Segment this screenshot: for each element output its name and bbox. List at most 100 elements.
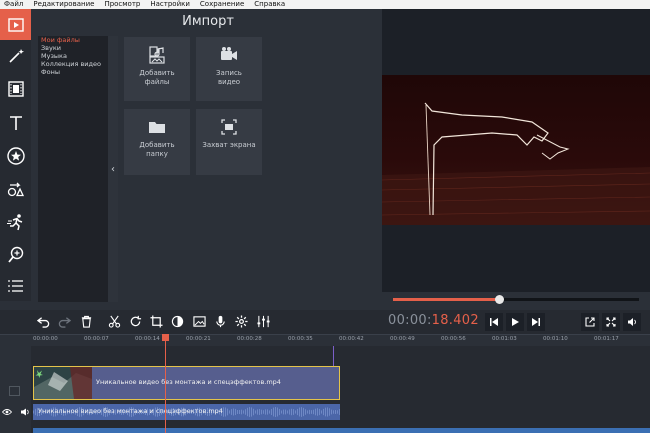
color-adjust-button[interactable] — [169, 313, 186, 330]
timeline-tick-label: 00:01:17 — [594, 336, 619, 342]
eye-icon — [1, 409, 13, 415]
stickers-button[interactable] — [0, 140, 31, 171]
next-frame-button[interactable] — [527, 313, 545, 331]
rotate-icon — [130, 315, 142, 327]
collapse-panel-button[interactable]: ‹ — [108, 36, 118, 302]
cut-button[interactable] — [106, 313, 123, 330]
volume-button[interactable] — [623, 313, 641, 331]
play-button[interactable] — [506, 313, 524, 331]
image-button[interactable] — [191, 313, 208, 330]
seek-bar-fill — [393, 298, 499, 301]
trash-icon — [81, 315, 92, 328]
redo-button[interactable] — [56, 313, 73, 330]
video-frame — [382, 75, 650, 225]
transitions-button[interactable] — [0, 173, 31, 204]
skip-forward-icon — [532, 318, 540, 326]
video-editor-window: Файл Редактирование Просмотр Настройки С… — [0, 0, 650, 433]
track-mute-button[interactable] — [20, 401, 30, 420]
delete-button[interactable] — [78, 313, 95, 330]
film-filters-icon — [7, 80, 24, 97]
project-end-marker — [333, 346, 334, 366]
scissors-icon — [108, 315, 121, 328]
import-title: Импорт — [182, 14, 234, 29]
import-media-icon — [7, 17, 24, 32]
timeline-tick-label: 00:00:49 — [390, 336, 415, 342]
category-music[interactable]: Музыка — [38, 52, 108, 60]
skip-back-icon — [490, 318, 498, 326]
menu-settings[interactable]: Настройки — [150, 0, 190, 9]
more-list-icon — [7, 279, 23, 292]
audio-track-strip — [33, 428, 650, 433]
fullscreen-icon — [606, 317, 616, 327]
track-lock-icon[interactable] — [9, 386, 20, 396]
clips-button[interactable] — [0, 73, 31, 104]
timeline-tick-label: 00:00:07 — [84, 336, 109, 342]
zoom-icon — [7, 246, 23, 263]
left-toolbar — [0, 9, 31, 301]
timeline-tick-label: 00:00:42 — [339, 336, 364, 342]
equalizer-icon — [257, 315, 270, 328]
time-current: 18.402 — [431, 313, 479, 328]
external-window-icon — [585, 317, 595, 327]
zoom-button[interactable] — [0, 239, 31, 270]
add-files-tile[interactable]: Добавить файлы — [124, 37, 190, 101]
time-prefix: 00:00: — [388, 313, 432, 328]
rotate-button[interactable] — [127, 313, 144, 330]
category-my-files[interactable]: Мои файлы — [38, 36, 108, 44]
timeline-tick-label: 00:00:00 — [33, 336, 58, 342]
clip-properties-button[interactable] — [233, 313, 250, 330]
equalizer-button[interactable] — [255, 313, 272, 330]
clip-thumbnail — [34, 367, 92, 399]
playhead-line[interactable] — [165, 334, 166, 433]
time-display: 00:00:18.402 — [388, 313, 479, 328]
transitions-icon — [7, 182, 24, 196]
category-backgrounds[interactable]: Фоны — [38, 68, 108, 76]
timeline-tick-label: 00:00:35 — [288, 336, 313, 342]
titles-button[interactable] — [0, 107, 31, 138]
record-video-tile[interactable]: Запись видео — [196, 37, 262, 101]
category-sounds[interactable]: Звуки — [38, 44, 108, 52]
speaker-icon — [628, 318, 636, 326]
video-clip-title: Уникальное видео без монтажа и спецэффек… — [96, 378, 281, 386]
menu-help[interactable]: Справка — [254, 0, 285, 9]
video-camera-icon — [221, 47, 237, 60]
seek-handle[interactable] — [494, 295, 504, 304]
timeline-tick-label: 00:00:28 — [237, 336, 262, 342]
speaker-small-icon — [21, 408, 29, 416]
audio-clip-title: Уникальное видео без монтажа и спецэффек… — [38, 407, 223, 415]
menu-edit[interactable]: Редактирование — [33, 0, 94, 9]
stickers-star-icon — [6, 146, 25, 165]
motion-button[interactable] — [0, 206, 31, 237]
undo-button[interactable] — [35, 313, 52, 330]
track-visibility-button[interactable] — [1, 401, 13, 420]
category-video-collection[interactable]: Коллекция видео — [38, 60, 108, 68]
gear-icon — [235, 315, 248, 328]
more-button[interactable] — [0, 270, 31, 301]
menu-save[interactable]: Сохранение — [200, 0, 244, 9]
detach-preview-button[interactable] — [581, 313, 599, 331]
menu-file[interactable]: Файл — [4, 0, 23, 9]
playhead-handle[interactable] — [162, 334, 169, 341]
menu-view[interactable]: Просмотр — [104, 0, 140, 9]
undo-icon — [37, 317, 50, 328]
screen-capture-tile[interactable]: Захват экрана — [196, 109, 262, 175]
filters-button[interactable] — [0, 40, 31, 71]
add-folder-tile[interactable]: Добавить папку — [124, 109, 190, 175]
screen-capture-icon — [221, 119, 237, 135]
screen-capture-label: Захват экрана — [202, 141, 256, 149]
import-button[interactable] — [0, 9, 31, 40]
category-list: Мои файлы Звуки Музыка Коллекция видео Ф… — [38, 36, 108, 302]
add-files-label: Добавить файлы — [139, 69, 175, 86]
previous-frame-button[interactable] — [485, 313, 503, 331]
timeline-tick-label: 00:01:03 — [492, 336, 517, 342]
redo-icon — [58, 317, 71, 328]
add-files-icon — [149, 46, 165, 64]
chevron-left-icon: ‹ — [111, 163, 115, 175]
record-video-label: Запись видео — [216, 69, 242, 86]
fullscreen-button[interactable] — [602, 313, 620, 331]
record-voice-button[interactable] — [212, 313, 229, 330]
timeline-tick-label: 00:01:10 — [543, 336, 568, 342]
folder-icon — [149, 122, 165, 133]
crop-button[interactable] — [148, 313, 165, 330]
titles-icon — [9, 115, 22, 130]
